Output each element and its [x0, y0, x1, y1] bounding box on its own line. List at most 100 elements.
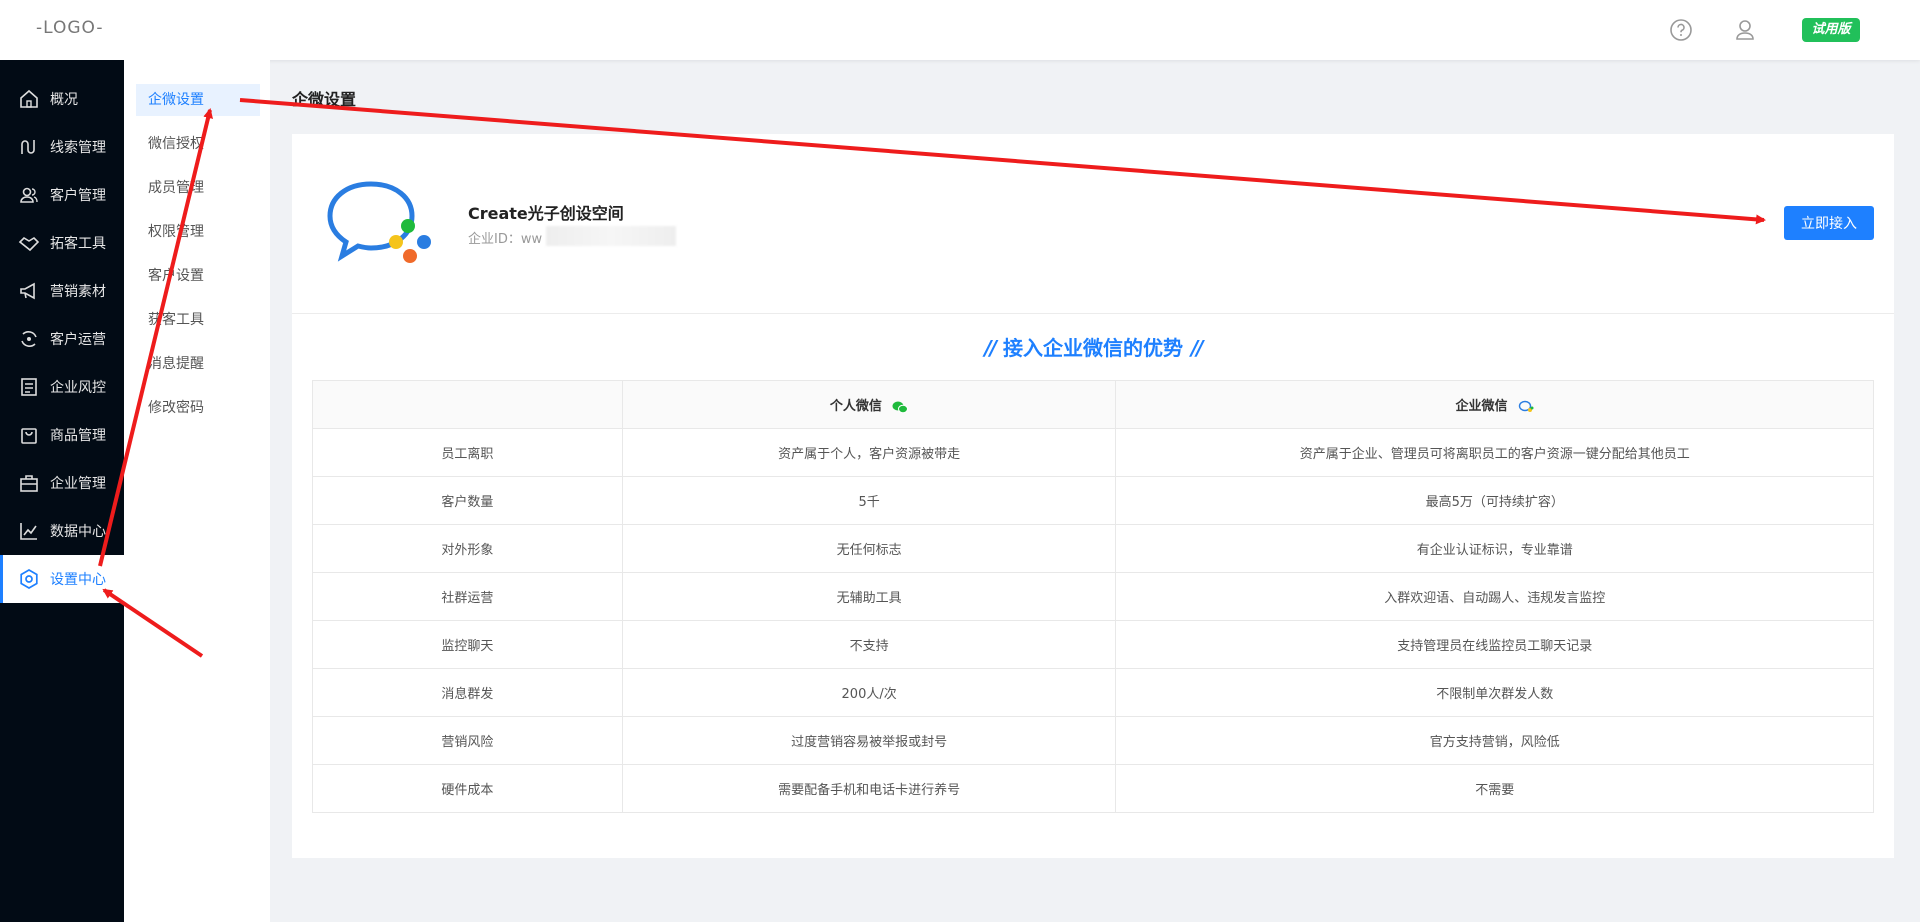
table-cell: 员工离职 [312, 428, 623, 477]
user-icon[interactable] [1732, 17, 1758, 43]
sidebar-item-settings[interactable]: 设置中心 [0, 555, 124, 603]
sidebar-item-data-center[interactable]: 数据中心 [0, 507, 124, 555]
gear-icon [20, 569, 38, 589]
sidebar-item-label: 概况 [50, 92, 78, 108]
settings-submenu: 企微设置 微信授权 成员管理 权限管理 客户设置 获客工具 消息提醒 修改密码 [124, 60, 270, 922]
sidebar-item-enterprise[interactable]: 企业管理 [0, 459, 124, 507]
table-header-cell [312, 380, 623, 429]
table-cell: 过度营销容易被举报或封号 [621, 716, 1117, 765]
table-cell: 营销风险 [312, 716, 623, 765]
sidebar-item-label: 客户运营 [50, 332, 106, 348]
table-header-cell: 个人微信 [621, 380, 1117, 429]
main-sidebar: 概况 线索管理 客户管理 拓客工具 营销素材 客户运营 企业风控 商品管理 企业… [0, 60, 124, 922]
corp-id: 企业ID：ww [468, 232, 543, 247]
sidebar-item-risk-control[interactable]: 企业风控 [0, 363, 124, 411]
comparison-table: 个人微信 企业微信 员工离职 资产属于个人，客户资源被带走 资产属于企业、管理员… [312, 380, 1874, 813]
table-cell: 客户数量 [312, 476, 623, 525]
document-icon [21, 378, 37, 396]
table-row: 消息群发 200人/次 不限制单次群发人数 [312, 668, 1874, 717]
table-row: 员工离职 资产属于个人，客户资源被带走 资产属于企业、管理员可将离职员工的客户资… [312, 428, 1874, 477]
table-cell: 资产属于企业、管理员可将离职员工的客户资源一键分配给其他员工 [1115, 428, 1874, 477]
page-title: 企微设置 [292, 90, 357, 109]
submenu-item-customer-settings[interactable]: 客户设置 [136, 260, 260, 292]
sidebar-item-label: 企业风控 [50, 380, 106, 396]
table-row: 营销风险 过度营销容易被举报或封号 官方支持营销，风险低 [312, 716, 1874, 765]
table-row: 对外形象 无任何标志 有企业认证标识，专业靠谱 [312, 524, 1874, 573]
users-icon [20, 187, 38, 203]
table-cell: 有企业认证标识，专业靠谱 [1115, 524, 1874, 573]
submenu-item-wechat-auth[interactable]: 微信授权 [136, 128, 260, 160]
handshake-icon [18, 236, 40, 252]
table-header-personal-wechat: 个人微信 [829, 399, 882, 414]
corp-name: Create光子创设空间 [468, 204, 624, 223]
advantage-title-text: 接入企业微信的优势 [1003, 336, 1183, 360]
wecom-card: Create光子创设空间 企业ID：ww 立即接入 //接入企业微信的优势// … [292, 134, 1894, 858]
sidebar-item-label: 拓客工具 [50, 236, 106, 252]
sidebar-item-label: 数据中心 [50, 524, 106, 540]
submenu-item-acquisition-tools[interactable]: 获客工具 [136, 304, 260, 336]
slash-decoration-icon: // [1191, 336, 1204, 360]
submenu-item-permissions[interactable]: 权限管理 [136, 216, 260, 248]
corp-id-redacted [546, 226, 676, 246]
sidebar-item-label: 企业管理 [50, 476, 106, 492]
wechat-icon [892, 401, 909, 413]
shopping-bag-icon [21, 428, 37, 444]
chart-line-icon [20, 523, 37, 540]
table-cell: 对外形象 [312, 524, 623, 573]
route-icon [21, 140, 35, 154]
sidebar-item-leads[interactable]: 线索管理 [0, 123, 124, 171]
submenu-item-change-password[interactable]: 修改密码 [136, 392, 260, 424]
submenu-item-wecom-settings[interactable]: 企微设置 [136, 84, 260, 116]
table-cell: 监控聊天 [312, 620, 623, 669]
sidebar-item-marketing-materials[interactable]: 营销素材 [0, 267, 124, 315]
table-cell: 5千 [621, 476, 1117, 525]
sidebar-item-products[interactable]: 商品管理 [0, 411, 124, 459]
sidebar-item-label: 客户管理 [50, 188, 106, 204]
table-cell: 无任何标志 [621, 524, 1117, 573]
table-row: 硬件成本 需要配备手机和电话卡进行养号 不需要 [312, 764, 1874, 813]
wecom-icon [1518, 400, 1534, 412]
table-cell: 消息群发 [312, 668, 623, 717]
table-header-cell: 企业微信 [1115, 380, 1874, 429]
megaphone-icon [20, 282, 35, 300]
table-cell: 最高5万（可持续扩容） [1115, 476, 1874, 525]
table-row: 社群运营 无辅助工具 入群欢迎语、自动踢人、违规发言监控 [312, 572, 1874, 621]
table-cell: 入群欢迎语、自动踢人、违规发言监控 [1115, 572, 1874, 621]
sidebar-item-label: 线索管理 [50, 140, 106, 156]
table-cell: 支持管理员在线监控员工聊天记录 [1115, 620, 1874, 669]
slash-decoration-icon: // [984, 336, 997, 360]
submenu-item-members[interactable]: 成员管理 [136, 172, 260, 204]
top-header: -LOGO- 试用版 [0, 0, 1920, 60]
table-cell: 社群运营 [312, 572, 623, 621]
wecom-logo-icon [327, 181, 431, 263]
table-cell: 硬件成本 [312, 764, 623, 813]
table-cell: 资产属于个人，客户资源被带走 [621, 428, 1117, 477]
sidebar-item-customers[interactable]: 客户管理 [0, 171, 124, 219]
table-cell: 官方支持营销，风险低 [1115, 716, 1874, 765]
table-cell: 需要配备手机和电话卡进行养号 [621, 764, 1117, 813]
table-header-row: 个人微信 企业微信 [312, 380, 1874, 429]
submenu-item-notifications[interactable]: 消息提醒 [136, 348, 260, 380]
table-cell: 200人/次 [621, 668, 1117, 717]
advantage-title: //接入企业微信的优势// [292, 332, 1894, 361]
table-row: 监控聊天 不支持 支持管理员在线监控员工聊天记录 [312, 620, 1874, 669]
sidebar-item-customer-operation[interactable]: 客户运营 [0, 315, 124, 363]
home-icon [20, 89, 38, 108]
logo[interactable]: -LOGO- [36, 18, 104, 38]
table-header-enterprise-wechat: 企业微信 [1455, 399, 1508, 414]
table-cell: 不限制单次群发人数 [1115, 668, 1874, 717]
corp-info-row: Create光子创设空间 企业ID：ww 立即接入 [292, 134, 1894, 314]
trial-badge[interactable]: 试用版 [1802, 18, 1860, 42]
table-row: 客户数量 5千 最高5万（可持续扩容） [312, 476, 1874, 525]
sidebar-item-overview[interactable]: 概况 [0, 75, 124, 123]
cycle-icon [21, 331, 37, 347]
sidebar-item-label: 商品管理 [50, 428, 106, 444]
sidebar-item-label: 营销素材 [50, 284, 106, 300]
table-cell: 不需要 [1115, 764, 1874, 813]
sidebar-item-acquisition-tools[interactable]: 拓客工具 [0, 219, 124, 267]
table-cell: 不支持 [621, 620, 1117, 669]
briefcase-icon [20, 475, 38, 492]
connect-now-button[interactable]: 立即接入 [1784, 206, 1874, 240]
question-circle-icon[interactable] [1668, 17, 1694, 43]
table-cell: 无辅助工具 [621, 572, 1117, 621]
